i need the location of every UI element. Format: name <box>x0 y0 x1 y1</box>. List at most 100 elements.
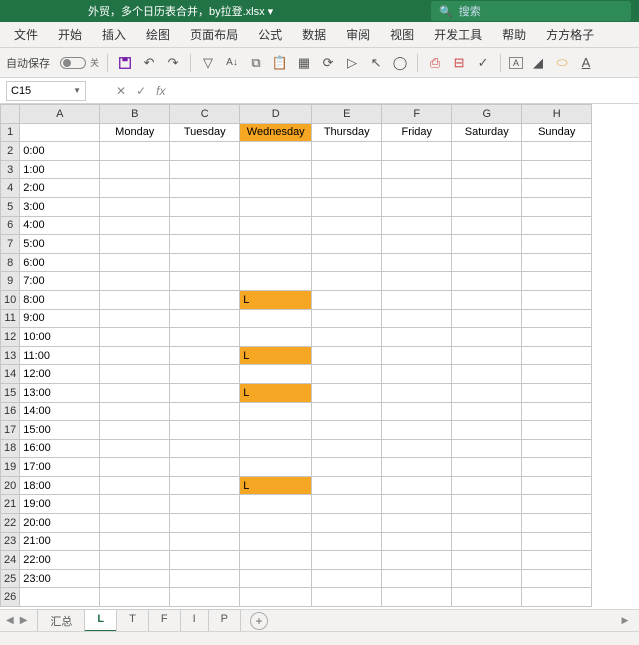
cell-F1[interactable]: Friday <box>382 123 452 142</box>
cell-B7[interactable] <box>100 235 170 254</box>
cell-H19[interactable] <box>522 458 592 477</box>
cell-H20[interactable] <box>522 476 592 495</box>
cell-F13[interactable] <box>382 346 452 365</box>
cell-E11[interactable] <box>312 309 382 328</box>
cell-E19[interactable] <box>312 458 382 477</box>
col-header-G[interactable]: G <box>452 105 522 124</box>
cell-F4[interactable] <box>382 179 452 198</box>
cell-C3[interactable] <box>170 160 240 179</box>
col-header-F[interactable]: F <box>382 105 452 124</box>
cell-C9[interactable] <box>170 272 240 291</box>
cell-G22[interactable] <box>452 514 522 533</box>
cell-G7[interactable] <box>452 235 522 254</box>
cell-C24[interactable] <box>170 551 240 570</box>
cell-C19[interactable] <box>170 458 240 477</box>
cell-D3[interactable] <box>240 160 312 179</box>
cell-E8[interactable] <box>312 253 382 272</box>
cell-B3[interactable] <box>100 160 170 179</box>
cell-H24[interactable] <box>522 551 592 570</box>
cell-C20[interactable] <box>170 476 240 495</box>
ribbon-tab-8[interactable]: 视图 <box>380 21 424 48</box>
filename[interactable]: 外贸，多个日历表合并，by拉登.xlsx ▾ <box>88 3 273 19</box>
cell-D6[interactable] <box>240 216 312 235</box>
spell-icon[interactable]: ✓ <box>474 54 492 72</box>
ribbon-tab-5[interactable]: 公式 <box>248 21 292 48</box>
row-header-18[interactable]: 18 <box>1 439 20 458</box>
sheet-nav[interactable]: ◀▶ <box>6 615 27 626</box>
cell-F8[interactable] <box>382 253 452 272</box>
cell-B4[interactable] <box>100 179 170 198</box>
cell-D16[interactable] <box>240 402 312 421</box>
row-header-16[interactable]: 16 <box>1 402 20 421</box>
cell-A23[interactable]: 21:00 <box>20 532 100 551</box>
cell-A9[interactable]: 7:00 <box>20 272 100 291</box>
cell-A13[interactable]: 11:00 <box>20 346 100 365</box>
cell-D25[interactable] <box>240 569 312 588</box>
row-header-1[interactable]: 1 <box>1 123 20 142</box>
cell-C6[interactable] <box>170 216 240 235</box>
cell-A20[interactable]: 18:00 <box>20 476 100 495</box>
highlight-icon[interactable]: ⬭ <box>553 54 571 72</box>
cell-E15[interactable] <box>312 383 382 402</box>
cell-C17[interactable] <box>170 421 240 440</box>
ribbon-tab-7[interactable]: 审阅 <box>336 21 380 48</box>
paste-icon[interactable]: 📋 <box>271 54 289 72</box>
sheet-tab-P[interactable]: P <box>208 609 241 632</box>
cell-G16[interactable] <box>452 402 522 421</box>
col-header-E[interactable]: E <box>312 105 382 124</box>
cell-C7[interactable] <box>170 235 240 254</box>
cell-C4[interactable] <box>170 179 240 198</box>
cell-A4[interactable]: 2:00 <box>20 179 100 198</box>
cell-H7[interactable] <box>522 235 592 254</box>
undo-icon[interactable]: ↶ <box>140 54 158 72</box>
cell-C12[interactable] <box>170 328 240 347</box>
sheet-tab-F[interactable]: F <box>148 609 181 632</box>
cell-B14[interactable] <box>100 365 170 384</box>
cell-E25[interactable] <box>312 569 382 588</box>
cell-D26[interactable] <box>240 588 312 607</box>
cell-A22[interactable]: 20:00 <box>20 514 100 533</box>
col-header-B[interactable]: B <box>100 105 170 124</box>
select-all-corner[interactable] <box>1 105 20 124</box>
cell-G24[interactable] <box>452 551 522 570</box>
cell-D8[interactable] <box>240 253 312 272</box>
cell-D19[interactable] <box>240 458 312 477</box>
chevron-down-icon[interactable]: ▼ <box>73 86 81 95</box>
cell-C2[interactable] <box>170 142 240 161</box>
cell-F22[interactable] <box>382 514 452 533</box>
ribbon-tab-2[interactable]: 插入 <box>92 21 136 48</box>
cell-F19[interactable] <box>382 458 452 477</box>
cell-G3[interactable] <box>452 160 522 179</box>
filter-icon[interactable]: ▽ <box>199 54 217 72</box>
cell-C11[interactable] <box>170 309 240 328</box>
cell-C1[interactable]: Tuesday <box>170 123 240 142</box>
cell-G12[interactable] <box>452 328 522 347</box>
cell-D5[interactable] <box>240 197 312 216</box>
cell-B26[interactable] <box>100 588 170 607</box>
cursor-icon[interactable]: ↖ <box>367 54 385 72</box>
row-header-20[interactable]: 20 <box>1 476 20 495</box>
cell-G13[interactable] <box>452 346 522 365</box>
font-color-icon[interactable]: A <box>577 54 595 72</box>
cell-B16[interactable] <box>100 402 170 421</box>
cell-C22[interactable] <box>170 514 240 533</box>
cell-A11[interactable]: 9:00 <box>20 309 100 328</box>
cell-F23[interactable] <box>382 532 452 551</box>
col-header-C[interactable]: C <box>170 105 240 124</box>
cell-C25[interactable] <box>170 569 240 588</box>
row-header-9[interactable]: 9 <box>1 272 20 291</box>
cell-G18[interactable] <box>452 439 522 458</box>
cell-A7[interactable]: 5:00 <box>20 235 100 254</box>
cell-D20[interactable]: L <box>240 476 312 495</box>
sort-icon[interactable]: A↓ <box>223 54 241 72</box>
cell-G26[interactable] <box>452 588 522 607</box>
cell-B25[interactable] <box>100 569 170 588</box>
fx-icon[interactable]: fx <box>156 84 165 98</box>
cell-H25[interactable] <box>522 569 592 588</box>
cell-H3[interactable] <box>522 160 592 179</box>
cell-F20[interactable] <box>382 476 452 495</box>
cell-H2[interactable] <box>522 142 592 161</box>
cell-E10[interactable] <box>312 290 382 309</box>
cell-A26[interactable] <box>20 588 100 607</box>
cell-C10[interactable] <box>170 290 240 309</box>
